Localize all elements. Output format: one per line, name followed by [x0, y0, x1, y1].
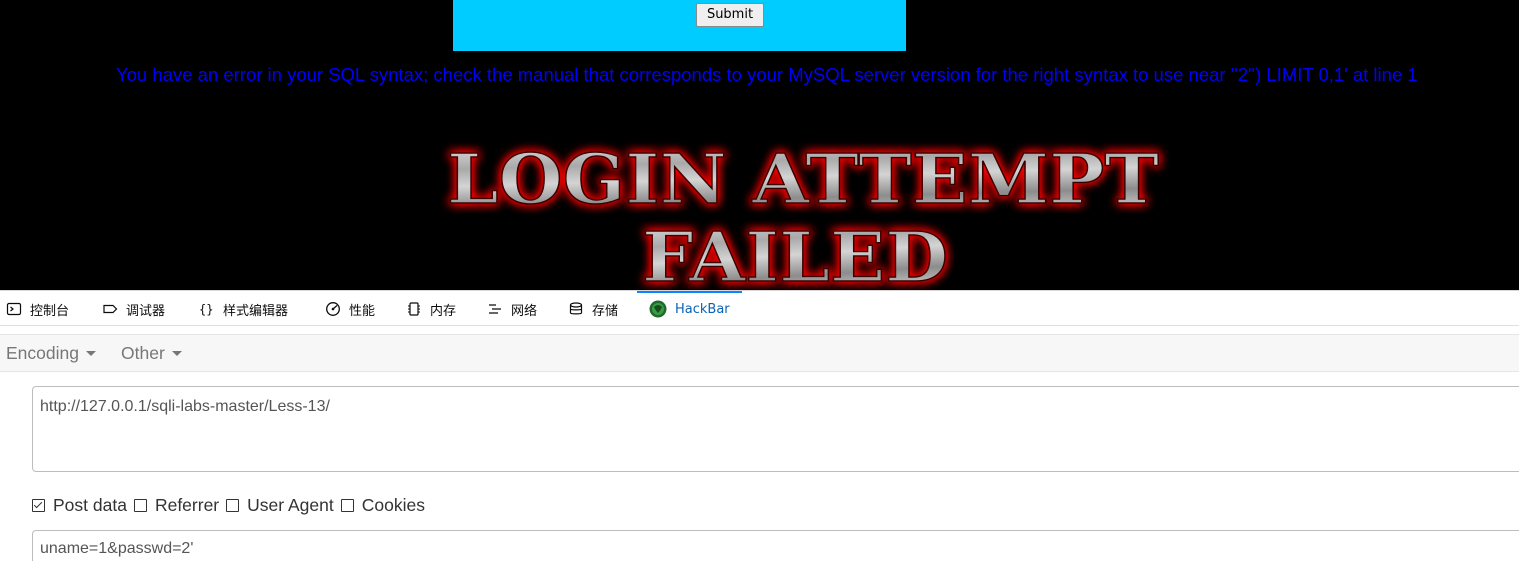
- checkbox-checked-icon: [32, 498, 45, 512]
- tab-label: 性能: [349, 303, 376, 319]
- storage-icon: [568, 301, 584, 317]
- tab-performance[interactable]: 性能: [325, 291, 375, 327]
- tab-memory[interactable]: 内存: [406, 291, 456, 327]
- tab-debugger[interactable]: 调试器: [102, 291, 165, 327]
- tab-label: 样式编辑器: [223, 303, 289, 319]
- tab-network[interactable]: 网络: [487, 291, 537, 327]
- checkbox-icon: [133, 498, 147, 512]
- checkbox-label: User Agent: [247, 494, 334, 515]
- devtools-toolbar: 控制台 调试器 {} 样式编辑器 性能 内存 网络 存储 HackBar: [0, 290, 1519, 326]
- tab-style-editor[interactable]: {} 样式编辑器: [199, 291, 288, 327]
- tab-label: HackBar: [675, 301, 730, 317]
- debugger-icon: [102, 301, 118, 317]
- checkbox-label: Post data: [53, 494, 127, 515]
- browser-page: Submit You have an error in your SQL syn…: [0, 0, 1519, 561]
- menu-label: Other: [121, 342, 165, 363]
- caret-down-icon: [171, 350, 182, 356]
- banner-line-1: LOGIN ATTEMPT: [447, 140, 1159, 220]
- hackbar-options: Post data Referrer User Agent Cookies: [32, 494, 432, 516]
- style-editor-icon: {}: [199, 301, 215, 317]
- tab-label: 存储: [592, 303, 619, 319]
- tab-label: 控制台: [30, 303, 70, 319]
- console-icon: [6, 301, 22, 317]
- svg-text:{}: {}: [199, 303, 213, 317]
- other-menu[interactable]: Other: [121, 335, 182, 371]
- caret-down-icon: [85, 350, 96, 356]
- checkbox-icon: [226, 498, 240, 512]
- checkbox-label: Cookies: [361, 494, 425, 515]
- referrer-checkbox[interactable]: Referrer: [133, 494, 220, 516]
- menu-label: Encoding: [6, 342, 79, 363]
- checkbox-label: Referrer: [154, 494, 220, 515]
- banner-line-2: FAILED: [642, 218, 948, 290]
- webpage-content: Submit You have an error in your SQL syn…: [0, 0, 1519, 290]
- devtools-panel: 控制台 调试器 {} 样式编辑器 性能 内存 网络 存储 HackBar Enc…: [0, 290, 1519, 561]
- url-textarea[interactable]: http://127.0.0.1/sqli-labs-master/Less-1…: [32, 386, 1519, 472]
- tab-hackbar[interactable]: HackBar: [637, 291, 742, 327]
- cookies-checkbox[interactable]: Cookies: [340, 494, 425, 516]
- post-data-textarea[interactable]: uname=1&passwd=2': [32, 530, 1519, 561]
- tab-storage[interactable]: 存储: [568, 291, 618, 327]
- tab-label: 调试器: [126, 303, 166, 319]
- performance-icon: [325, 301, 341, 317]
- tab-label: 网络: [511, 303, 538, 319]
- tab-console[interactable]: 控制台: [6, 291, 69, 327]
- network-icon: [487, 301, 503, 317]
- user-agent-checkbox[interactable]: User Agent: [226, 495, 334, 516]
- checkbox-icon: [340, 498, 354, 512]
- encoding-menu[interactable]: Encoding: [6, 335, 96, 371]
- hackbar-icon: [649, 300, 667, 318]
- memory-icon: [406, 301, 422, 317]
- tab-label: 内存: [430, 303, 457, 319]
- hackbar-menubar: Encoding Other: [0, 334, 1519, 372]
- post-data-checkbox[interactable]: Post data: [32, 495, 127, 516]
- login-failed-banner: LOGIN ATTEMPT FAILED: [0, 0, 1519, 290]
